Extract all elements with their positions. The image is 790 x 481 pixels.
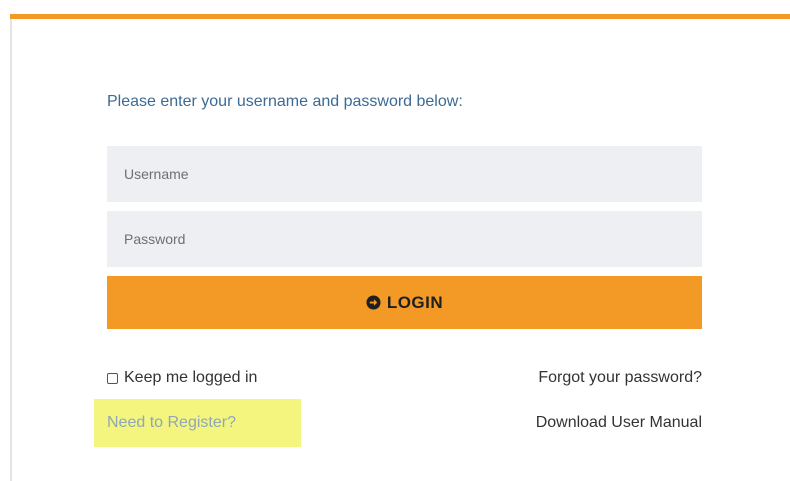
keep-logged-in-label: Keep me logged in [124,369,258,386]
panel-left-border [10,14,12,481]
options-row: Keep me logged in Forgot your password? [107,363,702,393]
links-row: Need to Register? Download User Manual [94,399,702,447]
top-accent-bar [10,14,790,19]
arrow-circle-right-icon [366,295,381,310]
keep-logged-in-checkbox[interactable] [107,372,118,384]
register-link[interactable]: Need to Register? [107,408,236,438]
username-input[interactable] [107,146,702,202]
login-button[interactable]: LOGIN [107,276,702,329]
download-manual-link[interactable]: Download User Manual [536,408,702,438]
keep-logged-in[interactable]: Keep me logged in [107,363,257,393]
forgot-password-link[interactable]: Forgot your password? [538,363,702,393]
login-button-label: LOGIN [386,292,444,312]
login-instruction: Please enter your username and password … [107,93,463,110]
login-panel: Please enter your username and password … [94,88,702,447]
password-input[interactable] [107,211,702,267]
